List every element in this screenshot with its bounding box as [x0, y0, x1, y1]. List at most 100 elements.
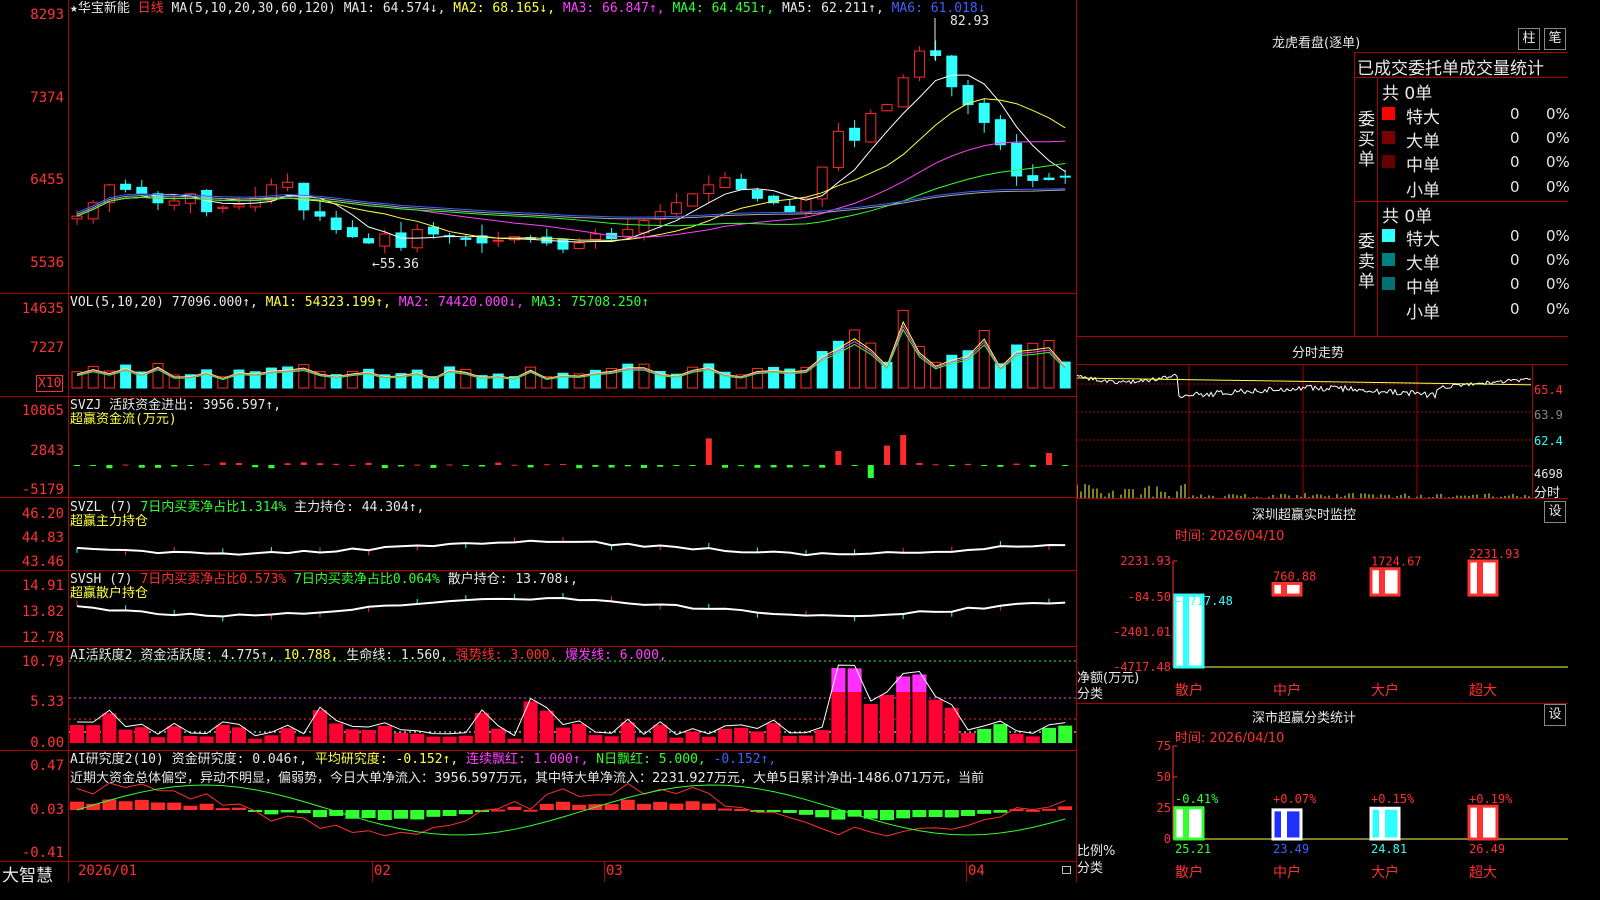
candle-body [735, 178, 747, 190]
candle-body [897, 77, 909, 108]
buy-row-pct: 0% [1546, 153, 1570, 171]
activity-bar [718, 728, 732, 743]
research-bar [572, 804, 587, 810]
candle-body [136, 186, 148, 195]
research-bar [928, 810, 943, 817]
buy-row-pct: 0% [1546, 178, 1570, 196]
buy-row-count: 0 [1510, 153, 1520, 171]
activity-bar [70, 725, 84, 743]
bar-mode-button[interactable]: 柱 [1518, 28, 1540, 50]
svsh-y-label: 14.91 [21, 578, 64, 594]
activity-bar [329, 723, 344, 743]
activity-bar [1025, 736, 1040, 743]
ai2-chart[interactable] [69, 751, 1076, 861]
money-flow-bar [106, 465, 113, 469]
candle-body [687, 193, 699, 207]
research-bar [507, 806, 522, 810]
money-flow-bar [219, 462, 226, 465]
bar-y-label: -4717.48 [1113, 660, 1171, 674]
money-flow-bar [495, 462, 502, 465]
money-flow-bar [122, 464, 129, 466]
activity-bar [588, 735, 603, 743]
money-flow-bar [381, 465, 388, 469]
bar-y-label: -2401.01 [1113, 625, 1171, 639]
candle-body [1043, 177, 1055, 181]
money-flow-bar [916, 462, 923, 465]
lock-icon[interactable] [1062, 866, 1071, 874]
research-bar [264, 810, 279, 815]
candle-body [849, 127, 861, 141]
activity-bar [961, 732, 975, 743]
money-flow-bar [300, 462, 307, 465]
research-bar [782, 810, 797, 813]
svzl-chart[interactable] [69, 498, 1076, 570]
fenshi-y-label: 62.4 [1534, 434, 1563, 448]
candle-body [217, 206, 229, 209]
volume-chart[interactable] [69, 294, 1076, 396]
candle-body [573, 242, 585, 250]
svzj-chart[interactable] [69, 397, 1076, 497]
bar-change-label: +0.07% [1273, 792, 1317, 806]
bar-category-label: 大户 [1371, 682, 1399, 699]
sell-row-pct: 0% [1546, 227, 1570, 245]
sz-class-chart[interactable]: 75 50 25 0 25.21 散户 23.49 中户 24.81 大户 26.49 超大 -0.41… [1077, 740, 1568, 882]
svzj-y-label: -5179 [21, 482, 64, 498]
bar-category-label: 散户 [1175, 864, 1203, 881]
money-flow-bar [333, 463, 340, 465]
candle-body [994, 119, 1006, 146]
sz-class-settings-button[interactable]: 设 [1544, 704, 1566, 726]
candle-body [120, 183, 132, 190]
sz-monitor-chart[interactable]: 2231.93 -84.50 -2401.01 -4717.48 -4717.48 散户 7… [1077, 540, 1568, 702]
svsh-chart[interactable] [69, 571, 1076, 646]
sell-row-pct: 0% [1546, 251, 1570, 269]
ai1-chart[interactable] [69, 647, 1076, 750]
activity-bar [410, 733, 425, 743]
buy-row-count: 0 [1510, 178, 1520, 196]
pen-mode-button[interactable]: 笔 [1544, 28, 1566, 50]
lhb-tabs[interactable]: 已成交委托单成交量统计 [1357, 54, 1544, 79]
chart-area[interactable]: 8293 7374 6455 5536 14635 7227 X10 10865… [0, 0, 1077, 886]
activity-bar [734, 727, 749, 743]
candle-body [913, 50, 925, 78]
svsh-y-label: 12.78 [21, 630, 64, 646]
money-flow-bar [560, 464, 566, 466]
candle-body [638, 220, 650, 234]
activity-bar [248, 738, 263, 743]
research-bar [669, 803, 684, 810]
activity-bar [539, 710, 554, 743]
sell-row-count: 0 [1510, 300, 1520, 318]
buy-row-count: 0 [1510, 129, 1520, 147]
activity-bar [604, 736, 619, 743]
candle-body [492, 239, 504, 242]
money-flow-bar [867, 465, 874, 478]
activity-bar [167, 726, 182, 743]
buy-row-label: 小单 [1406, 181, 1440, 201]
sz-monitor-title: 深圳超赢实时监控 [1252, 508, 1357, 523]
bar-y-label: 50 [1157, 770, 1171, 784]
sz-monitor-settings-button[interactable]: 设 [1544, 501, 1566, 523]
research-bar [410, 810, 425, 820]
bar-value-label: 760.88 [1273, 569, 1316, 583]
money-flow-bar [462, 465, 469, 467]
bar-value-label: 24.81 [1371, 842, 1407, 856]
money-flow-bar [138, 465, 145, 468]
activity-bar [799, 735, 813, 743]
research-bar [215, 808, 230, 811]
money-flow-bar [511, 464, 518, 466]
intraday-chart[interactable] [1077, 364, 1533, 498]
activity-bar-top [831, 668, 846, 692]
research-bar [426, 810, 441, 817]
activity-bar [556, 727, 570, 743]
bar-stripe [1281, 809, 1287, 839]
candle-body [330, 217, 342, 231]
bar-stripe [1183, 807, 1189, 839]
candle-body [233, 204, 245, 208]
candle-body [622, 229, 634, 237]
money-flow-bar [624, 465, 631, 467]
activity-bar [750, 731, 765, 743]
main-y-label: 7374 [30, 90, 64, 106]
candlestick-chart[interactable] [69, 0, 1076, 293]
activity-bar [766, 723, 781, 743]
candle-body [168, 200, 180, 206]
money-flow-bar [819, 465, 826, 468]
